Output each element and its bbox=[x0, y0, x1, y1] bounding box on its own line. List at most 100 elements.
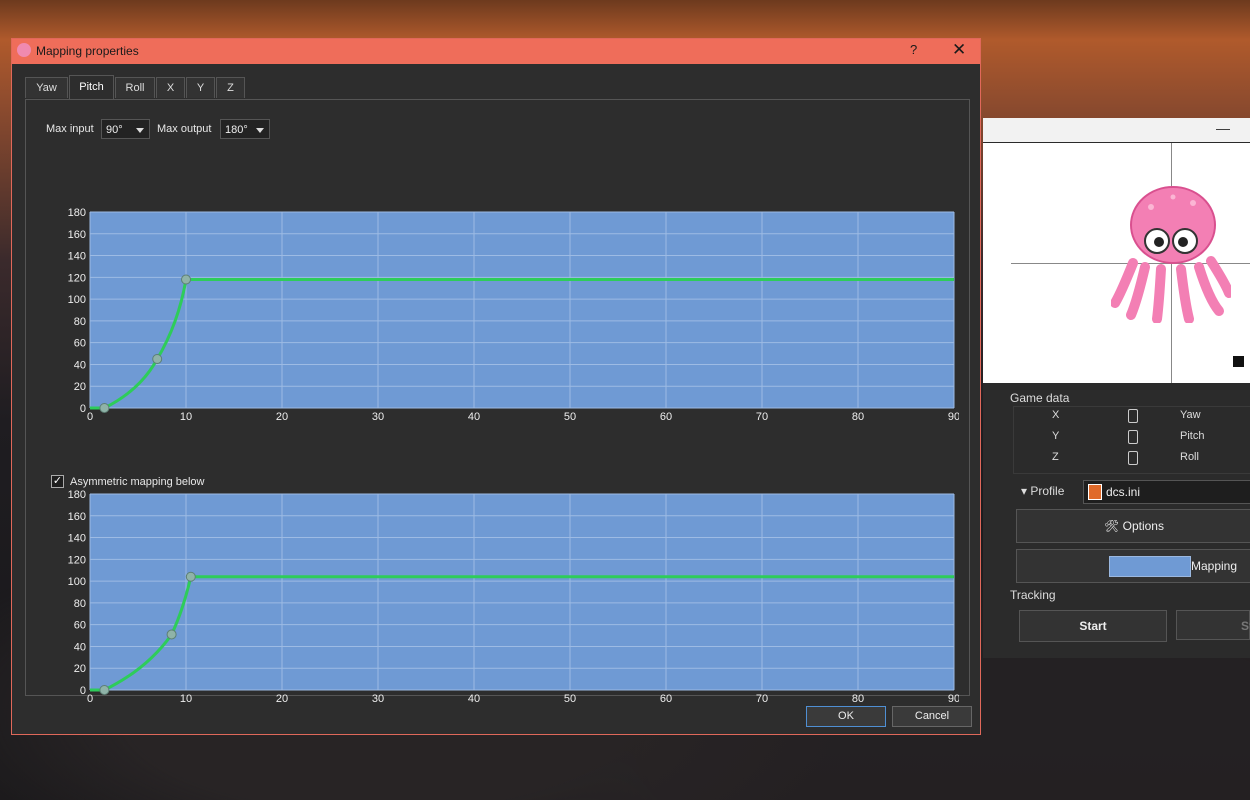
pose-preview bbox=[983, 143, 1250, 383]
y-tick-label: 40 bbox=[74, 641, 86, 653]
axis-value: 0 bbox=[1128, 409, 1138, 423]
mapping-properties-dialog: Mapping properties ? ✕ Yaw Pitch Roll X … bbox=[11, 38, 981, 735]
x-tick-label: 90 bbox=[948, 693, 959, 705]
x-tick-label: 30 bbox=[372, 693, 384, 705]
y-tick-label: 180 bbox=[68, 489, 86, 501]
x-tick-label: 50 bbox=[564, 411, 576, 423]
tab-x[interactable]: X bbox=[156, 77, 185, 98]
octopus-app-icon bbox=[17, 43, 31, 57]
x-tick-label: 60 bbox=[660, 411, 672, 423]
chevron-down-icon bbox=[136, 128, 144, 133]
x-tick-label: 20 bbox=[276, 693, 288, 705]
max-input-label: Max input bbox=[46, 123, 94, 135]
close-button[interactable]: ✕ bbox=[952, 40, 966, 60]
profile-value: dcs.ini bbox=[1106, 485, 1141, 499]
game-data-row: Y 0 Pitch bbox=[1014, 430, 1250, 450]
y-tick-label: 60 bbox=[74, 338, 86, 350]
main-window: — Game data X 0 Yaw Y 0 Pitch Z 0 bbox=[983, 118, 1250, 658]
start-button[interactable]: Start bbox=[1019, 610, 1167, 642]
options-button[interactable]: 🛠 Options bbox=[1016, 509, 1250, 543]
x-tick-label: 20 bbox=[276, 411, 288, 423]
tab-pitch[interactable]: Pitch bbox=[69, 75, 114, 99]
control-point-handle bbox=[166, 629, 177, 640]
max-output-label: Max output bbox=[157, 123, 212, 135]
control-point-handle bbox=[181, 274, 191, 285]
pitch-tab-panel: Max input 90° Max output 180° 0 10 20 30 40 5… bbox=[25, 99, 970, 705]
chevron-down-icon: ▾ bbox=[1021, 484, 1031, 498]
y-tick-label: 100 bbox=[68, 294, 86, 306]
x-tick-label: 0 bbox=[87, 411, 93, 423]
y-tick-label: 160 bbox=[68, 229, 86, 241]
game-data-label: Game data bbox=[1010, 391, 1070, 405]
y-tick-label: 140 bbox=[68, 533, 86, 545]
axis-label: X bbox=[1052, 409, 1060, 421]
x-tick-label: 60 bbox=[660, 693, 672, 705]
game-data-panel: X 0 Yaw Y 0 Pitch Z 0 Roll bbox=[1013, 406, 1250, 474]
axis-value: 0 bbox=[1128, 451, 1138, 465]
y-tick-label: 40 bbox=[74, 359, 86, 371]
max-output-select[interactable]: 180° bbox=[220, 119, 270, 139]
dialog-title: Mapping properties bbox=[36, 44, 139, 58]
mapping-label: Mapping bbox=[1191, 559, 1238, 573]
chevron-down-icon bbox=[256, 128, 264, 133]
tab-y[interactable]: Y bbox=[186, 77, 215, 98]
control-point-handle bbox=[152, 354, 163, 364]
mapping-button[interactable]: Mapping bbox=[1016, 549, 1250, 583]
axis-name: Roll bbox=[1180, 451, 1199, 463]
axis-label: Z bbox=[1052, 451, 1059, 463]
main-titlebar: — bbox=[983, 118, 1250, 142]
minimize-button[interactable]: — bbox=[1216, 120, 1230, 136]
y-tick-label: 120 bbox=[68, 272, 86, 284]
x-tick-label: 80 bbox=[852, 411, 864, 423]
axis-name: Yaw bbox=[1180, 409, 1201, 421]
axis-value: 0 bbox=[1128, 430, 1138, 444]
y-tick-label: 80 bbox=[74, 598, 86, 610]
profile-toggle[interactable]: ▾ Profile bbox=[1021, 484, 1064, 498]
ok-button[interactable]: OK bbox=[806, 706, 886, 727]
plot-area bbox=[90, 212, 954, 408]
x-tick-label: 50 bbox=[564, 693, 576, 705]
y-tick-label: 60 bbox=[74, 620, 86, 632]
x-tick-label: 70 bbox=[756, 411, 768, 423]
x-tick-label: 70 bbox=[756, 693, 768, 705]
y-tick-label: 80 bbox=[74, 316, 86, 328]
control-point-handle bbox=[99, 403, 110, 413]
octopus-mascot-icon bbox=[1111, 186, 1231, 323]
tracking-label: Tracking bbox=[1010, 588, 1056, 602]
y-tick-label: 0 bbox=[80, 403, 86, 415]
x-tick-label: 40 bbox=[468, 411, 480, 423]
y-tick-label: 140 bbox=[68, 251, 86, 263]
asymmetric-mapping-curve-chart[interactable]: 0 10 20 30 40 50 60 70 80 90 0 20 40 60 80 100 120 140 160… bbox=[44, 486, 959, 712]
stop-button[interactable]: St bbox=[1176, 610, 1250, 640]
mapping-curve-chart[interactable]: 0 10 20 30 40 50 60 70 80 90 0 20 40 60 80 100 120 140 160… bbox=[44, 204, 959, 430]
x-tick-label: 40 bbox=[468, 693, 480, 705]
tab-z[interactable]: Z bbox=[216, 77, 245, 98]
profile-label: Profile bbox=[1030, 484, 1065, 498]
x-tick-label: 90 bbox=[948, 411, 959, 423]
x-tick-label: 80 bbox=[852, 693, 864, 705]
help-button[interactable]: ? bbox=[910, 42, 917, 57]
max-input-select[interactable]: 90° bbox=[101, 119, 150, 139]
x-tick-label: 0 bbox=[87, 693, 93, 705]
tools-icon: 🛠 bbox=[1104, 519, 1123, 533]
plot-area bbox=[90, 494, 954, 690]
tab-roll[interactable]: Roll bbox=[115, 77, 155, 98]
x-tick-label: 10 bbox=[180, 693, 192, 705]
indicator-square bbox=[1233, 356, 1244, 367]
tab-yaw[interactable]: Yaw bbox=[25, 77, 68, 98]
y-tick-label: 120 bbox=[68, 554, 86, 566]
axis-name: Pitch bbox=[1180, 430, 1205, 442]
x-tick-label: 30 bbox=[372, 411, 384, 423]
y-tick-label: 100 bbox=[68, 576, 86, 588]
options-label: Options bbox=[1122, 519, 1164, 533]
cancel-button[interactable]: Cancel bbox=[892, 706, 972, 727]
y-tick-label: 0 bbox=[80, 685, 86, 697]
max-output-value: 180° bbox=[225, 124, 248, 136]
y-tick-label: 180 bbox=[68, 207, 86, 219]
side-strip bbox=[983, 383, 1007, 658]
profile-select[interactable]: dcs.ini bbox=[1083, 480, 1250, 504]
control-point-handle bbox=[185, 571, 196, 582]
ini-file-icon bbox=[1088, 484, 1102, 500]
game-data-row: X 0 Yaw bbox=[1014, 409, 1250, 429]
game-data-row: Z 0 Roll bbox=[1014, 451, 1250, 471]
